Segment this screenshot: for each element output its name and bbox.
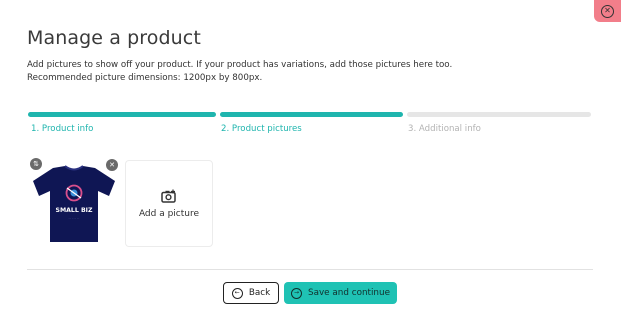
- arrow-left-icon: ←: [231, 287, 243, 299]
- step-bar-additional-info: [407, 112, 591, 117]
- save-button-label: Save and continue: [308, 288, 390, 298]
- step-bar-product-pictures: [220, 112, 403, 117]
- arrow-right-icon: →: [291, 287, 302, 299]
- page-title: Manage a product: [27, 27, 201, 49]
- step-additional-info: 3. Additional info: [408, 124, 481, 134]
- back-button[interactable]: ← Back: [223, 282, 279, 304]
- svg-text:· · · · · · ·: · · · · · · ·: [69, 217, 80, 220]
- close-button[interactable]: ✕: [594, 0, 621, 22]
- step-product-pictures[interactable]: 2. Product pictures: [221, 124, 302, 134]
- camera-add-icon: [161, 189, 176, 203]
- footer-divider: [27, 269, 593, 270]
- remove-picture-icon[interactable]: ✕: [106, 159, 118, 171]
- step-product-info[interactable]: 1. Product info: [31, 124, 93, 134]
- description: Add pictures to show off your product. I…: [27, 59, 452, 84]
- description-line-1: Add pictures to show off your product. I…: [27, 60, 453, 70]
- reorder-icon[interactable]: ⇅: [30, 158, 42, 170]
- save-continue-button[interactable]: → Save and continue: [284, 282, 397, 304]
- add-picture-label: Add a picture: [138, 208, 200, 219]
- shirt-logo-text: SMALL BIZ: [56, 207, 93, 214]
- back-button-label: Back: [248, 288, 271, 298]
- product-picture[interactable]: SMALL BIZ · · · · · · · ⇅ ✕: [29, 158, 118, 246]
- step-bar-product-info: [28, 112, 216, 117]
- description-line-2: Recommended picture dimensions: 1200px b…: [27, 72, 263, 83]
- add-picture-button[interactable]: Add a picture: [125, 160, 213, 247]
- close-icon: ✕: [601, 4, 614, 18]
- tshirt-image: SMALL BIZ · · · · · · ·: [33, 165, 115, 242]
